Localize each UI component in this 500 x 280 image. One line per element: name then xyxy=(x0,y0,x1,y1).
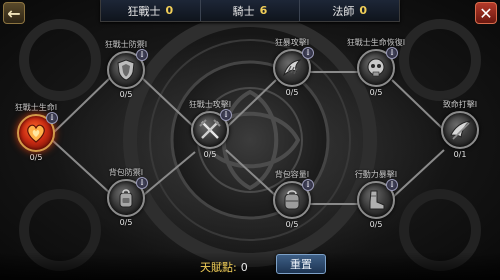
boots-icon xyxy=(369,190,385,210)
skill-ring xyxy=(441,111,479,149)
skill-tier-badge: I xyxy=(136,49,148,61)
tab-knight-label: 騎士 xyxy=(232,4,255,18)
skill-node-fatal-strike[interactable]: 致命打擊I 0/1 xyxy=(430,100,490,159)
reset-button-label: 重置 xyxy=(290,258,312,271)
bottom-bar xyxy=(0,252,500,280)
skill-label: 背包容量I xyxy=(274,170,310,179)
class-tabs: 狂戰士 0 騎士 6 法師 0 xyxy=(100,0,400,22)
flaming-heart-icon xyxy=(27,124,45,143)
beast-claw-icon xyxy=(283,59,302,77)
tab-berserker-label: 狂戰士 xyxy=(127,4,161,18)
close-x-icon: ✕ xyxy=(479,3,493,23)
skill-label: 狂戰士防禦I xyxy=(104,40,148,49)
crossed-swords-icon xyxy=(199,119,221,139)
skill-label: 狂戰士生命I xyxy=(14,103,58,112)
skill-node-frenzy-attack[interactable]: 狂暴攻擊I I 0/5 xyxy=(262,38,322,97)
shield-icon xyxy=(117,59,135,81)
skill-tier-badge: I xyxy=(386,47,398,59)
tab-mage[interactable]: 法師 0 xyxy=(300,0,400,21)
skill-ring: I xyxy=(273,179,314,219)
skill-progress: 0/5 xyxy=(29,153,43,162)
skill-progress: 0/5 xyxy=(285,220,299,229)
talent-points: 天賦點: 0 xyxy=(200,259,248,275)
skill-label: 致命打擊I xyxy=(442,100,478,109)
skill-label: 行動力暴擊I xyxy=(354,170,398,179)
tab-berserker[interactable]: 狂戰士 0 xyxy=(101,0,201,21)
skill-tier-badge: I xyxy=(136,177,148,189)
tab-mage-count: 0 xyxy=(359,4,367,17)
talent-points-value: 0 xyxy=(240,261,248,274)
skill-progress: 0/5 xyxy=(369,88,383,97)
skill-node-berserker-regen[interactable]: 狂戰士生命恢復I I 0/5 xyxy=(346,38,406,97)
skill-tier-badge: I xyxy=(220,109,232,121)
skill-node-berserker-attack[interactable]: 狂戰士攻擊I I 0/5 xyxy=(180,100,240,159)
skill-ring: I xyxy=(357,179,398,219)
backpack-icon xyxy=(119,189,133,208)
close-button[interactable]: ✕ xyxy=(475,2,497,24)
skill-node-backstab[interactable]: 背包防禦I I 0/5 xyxy=(96,168,156,227)
tab-knight-count: 6 xyxy=(259,4,268,17)
skill-progress: 0/5 xyxy=(285,88,299,97)
skill-progress: 0/5 xyxy=(119,218,133,227)
talent-tree-screen xyxy=(0,0,500,280)
talent-points-label: 天賦點: xyxy=(200,261,237,274)
skill-tier-badge: I xyxy=(46,112,58,124)
skill-tier-badge: I xyxy=(302,47,314,59)
skill-label: 狂戰士攻擊I xyxy=(188,100,232,109)
skill-ring: I xyxy=(107,177,148,217)
skill-node-action-boost[interactable]: 行動力暴擊I I 0/5 xyxy=(346,170,406,229)
skill-progress: 0/1 xyxy=(453,150,467,159)
skill-ring: I xyxy=(17,112,58,152)
tab-knight[interactable]: 騎士 6 xyxy=(200,0,301,21)
dragon-slash-icon xyxy=(450,120,472,140)
skill-label: 背包防禦I xyxy=(108,168,144,177)
backpack-icon xyxy=(284,190,300,210)
skill-ring: I xyxy=(107,49,148,89)
skill-ring: I xyxy=(191,109,232,149)
skill-progress: 0/5 xyxy=(369,220,383,229)
skill-progress: 0/5 xyxy=(203,150,217,159)
skill-node-berserker-defense[interactable]: 狂戰士防禦I I 0/5 xyxy=(96,40,156,99)
skill-label: 狂戰士生命恢復I xyxy=(346,38,406,47)
arrow-left-icon: ← xyxy=(7,3,21,23)
skull-regen-icon xyxy=(367,58,385,77)
skill-progress: 0/5 xyxy=(119,90,133,99)
skill-node-berserker-life[interactable]: 狂戰士生命I I 0/5 xyxy=(6,103,66,162)
tab-mage-label: 法師 xyxy=(332,4,355,18)
tab-berserker-count: 0 xyxy=(165,4,174,17)
skill-label: 狂暴攻擊I xyxy=(274,38,310,47)
skill-tier-badge: I xyxy=(386,179,398,191)
skill-ring: I xyxy=(357,47,398,87)
back-button[interactable]: ← xyxy=(3,2,25,24)
skill-links xyxy=(51,71,445,205)
skill-tier-badge: I xyxy=(302,179,314,191)
skill-node-backpack-capacity[interactable]: 背包容量I I 0/5 xyxy=(262,170,322,229)
skill-ring: I xyxy=(273,47,314,87)
reset-button[interactable]: 重置 xyxy=(276,254,326,274)
